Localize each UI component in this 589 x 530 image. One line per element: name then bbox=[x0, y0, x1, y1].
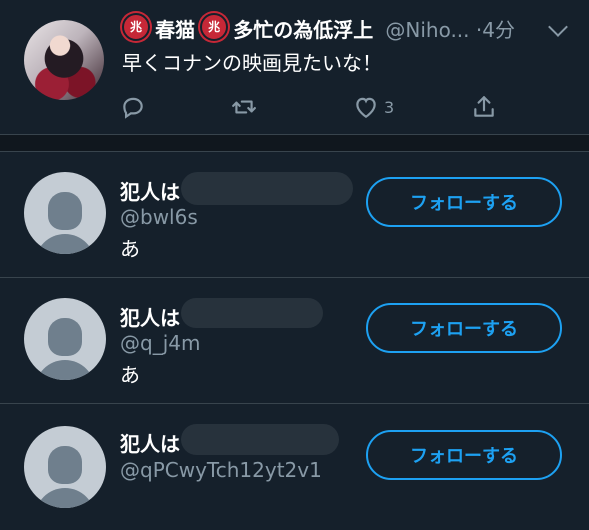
user-bio: あ bbox=[120, 363, 140, 387]
user-row[interactable]: 犯人は @qPCwyTch12yt2v1 フォローする bbox=[0, 404, 589, 530]
default-avatar-icon[interactable] bbox=[24, 426, 106, 508]
reply-button[interactable] bbox=[120, 92, 146, 122]
follow-button[interactable]: フォローする bbox=[366, 177, 562, 227]
share-button[interactable] bbox=[471, 92, 497, 122]
avatar-body-shape bbox=[35, 360, 95, 380]
user-row[interactable]: 犯人は @bwl6s あ フォローする bbox=[0, 152, 589, 278]
name-badge-icon: 兆 bbox=[122, 12, 150, 41]
redacted-name-overlay bbox=[181, 298, 323, 328]
reply-icon bbox=[123, 97, 143, 119]
tweet-text: 早くコナンの映画見たいな！ bbox=[122, 51, 382, 75]
retweet-button[interactable] bbox=[231, 92, 257, 122]
tweet-author-avatar[interactable] bbox=[24, 20, 104, 100]
avatar-head-shape bbox=[48, 192, 82, 230]
user-handle[interactable]: @bwl6s bbox=[120, 205, 198, 229]
user-name[interactable]: 犯人は bbox=[120, 428, 180, 457]
redacted-name-overlay bbox=[181, 424, 339, 455]
tweet-card[interactable]: 兆 春猫 兆 多忙の為低浮上 @Niho... ·4分 早くコナンの映画見たいな… bbox=[0, 0, 589, 134]
avatar-body-shape bbox=[35, 488, 95, 508]
avatar-head-shape bbox=[48, 446, 82, 484]
tweet-handle-time[interactable]: @Niho... ·4分 bbox=[385, 18, 515, 42]
follow-button[interactable]: フォローする bbox=[366, 303, 562, 353]
avatar-body-shape bbox=[35, 234, 95, 254]
tweet-header: 兆 春猫 兆 多忙の為低浮上 @Niho... ·4分 bbox=[122, 12, 562, 48]
section-separator bbox=[0, 134, 589, 152]
user-handle[interactable]: @q_j4m bbox=[120, 331, 200, 355]
user-handle[interactable]: @qPCwyTch12yt2v1 bbox=[120, 458, 322, 482]
user-name[interactable]: 犯人は bbox=[120, 302, 180, 331]
user-name[interactable]: 犯人は bbox=[120, 176, 180, 205]
default-avatar-icon[interactable] bbox=[24, 172, 106, 254]
like-button[interactable]: 3 bbox=[353, 92, 394, 122]
default-avatar-icon[interactable] bbox=[24, 298, 106, 380]
display-name-part-1[interactable]: 春猫 bbox=[155, 18, 195, 42]
name-badge-icon: 兆 bbox=[200, 12, 229, 41]
user-row[interactable]: 犯人は @q_j4m あ フォローする bbox=[0, 278, 589, 404]
avatar-head-shape bbox=[48, 318, 82, 356]
share-icon bbox=[474, 96, 494, 117]
retweet-icon bbox=[232, 100, 256, 114]
redacted-name-overlay bbox=[181, 172, 353, 205]
follow-button[interactable]: フォローする bbox=[366, 430, 562, 480]
display-name-part-2[interactable]: 多忙の為低浮上 bbox=[233, 18, 373, 42]
heart-icon bbox=[356, 97, 376, 119]
user-bio: あ bbox=[120, 237, 140, 261]
like-count: 3 bbox=[384, 97, 395, 117]
